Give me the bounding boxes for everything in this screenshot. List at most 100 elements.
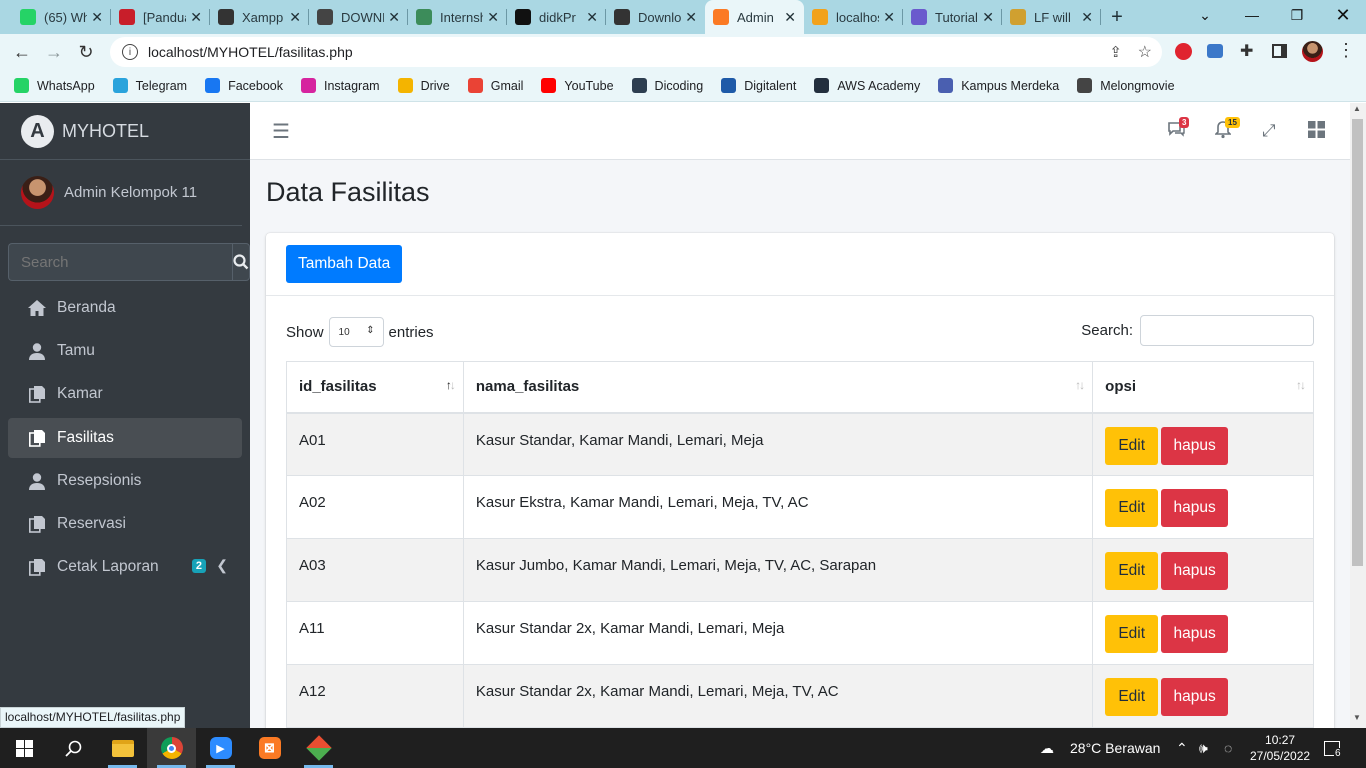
tab-7[interactable]: Admin ✕	[705, 0, 804, 34]
taskbar-file-explorer[interactable]	[98, 728, 147, 768]
close-tab-icon[interactable]: ✕	[784, 9, 796, 26]
weather-text[interactable]: 28°C Berawan	[1070, 728, 1160, 768]
edit-button[interactable]: Edit	[1105, 489, 1159, 527]
fullscreen-icon[interactable]: ⤢	[1262, 121, 1276, 141]
messages-icon[interactable]: 3	[1167, 117, 1190, 143]
taskbar-xampp[interactable]: ⊠	[245, 728, 294, 768]
close-tab-icon[interactable]: ✕	[883, 9, 895, 26]
control-sidebar-icon[interactable]	[1308, 121, 1325, 143]
close-window-icon[interactable]: ✕	[1320, 0, 1366, 30]
sidebar-search-button[interactable]	[232, 243, 250, 281]
bookmark-facebook[interactable]: Facebook	[205, 78, 283, 93]
bookmark-telegram[interactable]: Telegram	[112, 78, 187, 93]
bookmark-instagram[interactable]: Instagram	[301, 78, 380, 93]
delete-button[interactable]: hapus	[1161, 426, 1229, 465]
address-bar[interactable]: i localhost/MYHOTEL/fasilitas.php ⇪ ☆	[110, 37, 1162, 67]
tab-search-icon[interactable]: ⌄	[1182, 0, 1228, 30]
tab-0[interactable]: (65) WhatsApp✕	[12, 0, 111, 34]
delete-button[interactable]: hapus	[1161, 615, 1229, 653]
reload-icon[interactable]: ↻	[70, 36, 102, 68]
sidebar-item-reservasi[interactable]: Reservasi	[8, 504, 242, 544]
browser-menu-icon[interactable]: ⋮	[1337, 40, 1355, 61]
sidebar-item-resepsionis[interactable]: Resepsionis	[8, 461, 242, 501]
bookmark-gmail[interactable]: Gmail	[467, 78, 523, 93]
clock[interactable]: 10:27 27/05/2022	[1250, 728, 1310, 768]
taskbar-git[interactable]	[294, 728, 343, 768]
volume-icon[interactable]: 🕪	[1199, 728, 1208, 768]
tab-9[interactable]: Tutorial ✕	[903, 0, 1002, 34]
bookmark-youtube[interactable]: YouTube	[541, 78, 614, 93]
tab-10[interactable]: LF will ✕	[1002, 0, 1101, 34]
extension-icon-red[interactable]	[1175, 43, 1192, 60]
user-name[interactable]: Admin Kelompok 11	[64, 184, 197, 201]
close-tab-icon[interactable]: ✕	[487, 9, 499, 26]
site-info-icon[interactable]: i	[122, 44, 138, 60]
sidebar-item-tamu[interactable]: Tamu	[8, 331, 242, 371]
edit-button[interactable]: Edit	[1105, 615, 1159, 653]
side-panel-icon[interactable]	[1272, 44, 1287, 58]
forward-icon[interactable]: →	[38, 36, 70, 68]
scroll-down-icon[interactable]: ▼	[1353, 713, 1361, 722]
scroll-up-icon[interactable]: ▲	[1353, 104, 1361, 113]
taskbar-search-button[interactable]	[49, 728, 98, 768]
start-button[interactable]	[0, 728, 49, 768]
edit-button[interactable]: Edit	[1105, 678, 1159, 716]
page-scrollbar[interactable]: ▲ ▼	[1350, 103, 1366, 728]
taskbar-zoom[interactable]: ▶	[196, 728, 245, 768]
sidebar-item-beranda[interactable]: Beranda	[8, 288, 242, 328]
tab-6[interactable]: Download✕	[606, 0, 705, 34]
sidebar-item-fasilitas[interactable]: Fasilitas	[8, 418, 242, 458]
extensions-puzzle-icon[interactable]: ✚	[1240, 41, 1253, 61]
table-search-input[interactable]	[1140, 315, 1314, 346]
delete-button[interactable]: hapus	[1161, 552, 1229, 590]
sidebar-item-kamar[interactable]: Kamar	[8, 374, 242, 414]
delete-button[interactable]: hapus	[1161, 678, 1229, 716]
notifications-icon[interactable]: 15	[1214, 117, 1240, 144]
tab-3[interactable]: DOWNLOAD✕	[309, 0, 408, 34]
extension-icon-camera[interactable]	[1207, 44, 1223, 58]
sidebar-item-cetak-laporan[interactable]: Cetak Laporan 2 ❮	[8, 547, 242, 587]
delete-button[interactable]: hapus	[1161, 489, 1229, 527]
weather-icon[interactable]: ☁	[1040, 728, 1054, 768]
new-tab-button[interactable]: +	[1101, 0, 1133, 34]
bookmark-kampus-merdeka[interactable]: Kampus Merdeka	[938, 78, 1059, 93]
network-icon[interactable]: ◌	[1224, 728, 1232, 768]
close-tab-icon[interactable]: ✕	[586, 9, 598, 26]
bookmark-drive[interactable]: Drive	[397, 78, 450, 93]
scrollbar-thumb[interactable]	[1352, 119, 1363, 566]
bookmark-star-icon[interactable]: ☆	[1138, 42, 1152, 62]
tab-8[interactable]: localhost✕	[804, 0, 903, 34]
profile-avatar[interactable]	[1302, 41, 1323, 62]
edit-button[interactable]: Edit	[1105, 426, 1159, 465]
user-panel[interactable]: Admin Kelompok 11	[0, 160, 242, 226]
entries-select[interactable]: 10 ⇕	[328, 317, 384, 347]
close-tab-icon[interactable]: ✕	[388, 9, 400, 26]
column-header-opsi[interactable]: opsi ↑↓	[1092, 361, 1314, 414]
tray-chevron-icon[interactable]: ⌃	[1176, 728, 1188, 768]
close-tab-icon[interactable]: ✕	[685, 9, 697, 26]
add-data-button[interactable]: Tambah Data	[286, 245, 403, 283]
hamburger-menu-icon[interactable]: ☰	[272, 119, 290, 144]
bookmark-dicoding[interactable]: Dicoding	[631, 78, 703, 93]
tab-2[interactable]: Xampp ✕	[210, 0, 309, 34]
url-text[interactable]: localhost/MYHOTEL/fasilitas.php	[148, 44, 353, 60]
bookmark-digitalent[interactable]: Digitalent	[721, 78, 796, 93]
tab-4[interactable]: Internship✕	[408, 0, 507, 34]
bookmark-whatsapp[interactable]: WhatsApp	[14, 78, 95, 93]
brand-link[interactable]: A MYHOTEL	[0, 103, 250, 160]
close-tab-icon[interactable]: ✕	[982, 9, 994, 26]
tab-1[interactable]: [Panduan✕	[111, 0, 210, 34]
close-tab-icon[interactable]: ✕	[91, 9, 103, 26]
tab-5[interactable]: didkPr ✕	[507, 0, 606, 34]
maximize-icon[interactable]: ❐	[1274, 0, 1320, 30]
close-tab-icon[interactable]: ✕	[289, 9, 301, 26]
minimize-icon[interactable]: —	[1229, 0, 1275, 30]
close-tab-icon[interactable]: ✕	[190, 9, 202, 26]
close-tab-icon[interactable]: ✕	[1081, 9, 1093, 26]
sidebar-search-input[interactable]	[8, 243, 232, 281]
column-header-id[interactable]: id_fasilitas ↑↓	[286, 361, 464, 414]
bookmark-melongmovie[interactable]: Melongmovie	[1077, 78, 1175, 93]
edit-button[interactable]: Edit	[1105, 552, 1159, 590]
notification-center-icon[interactable]: 6	[1324, 728, 1342, 768]
bookmark-aws-academy[interactable]: AWS Academy	[814, 78, 920, 93]
